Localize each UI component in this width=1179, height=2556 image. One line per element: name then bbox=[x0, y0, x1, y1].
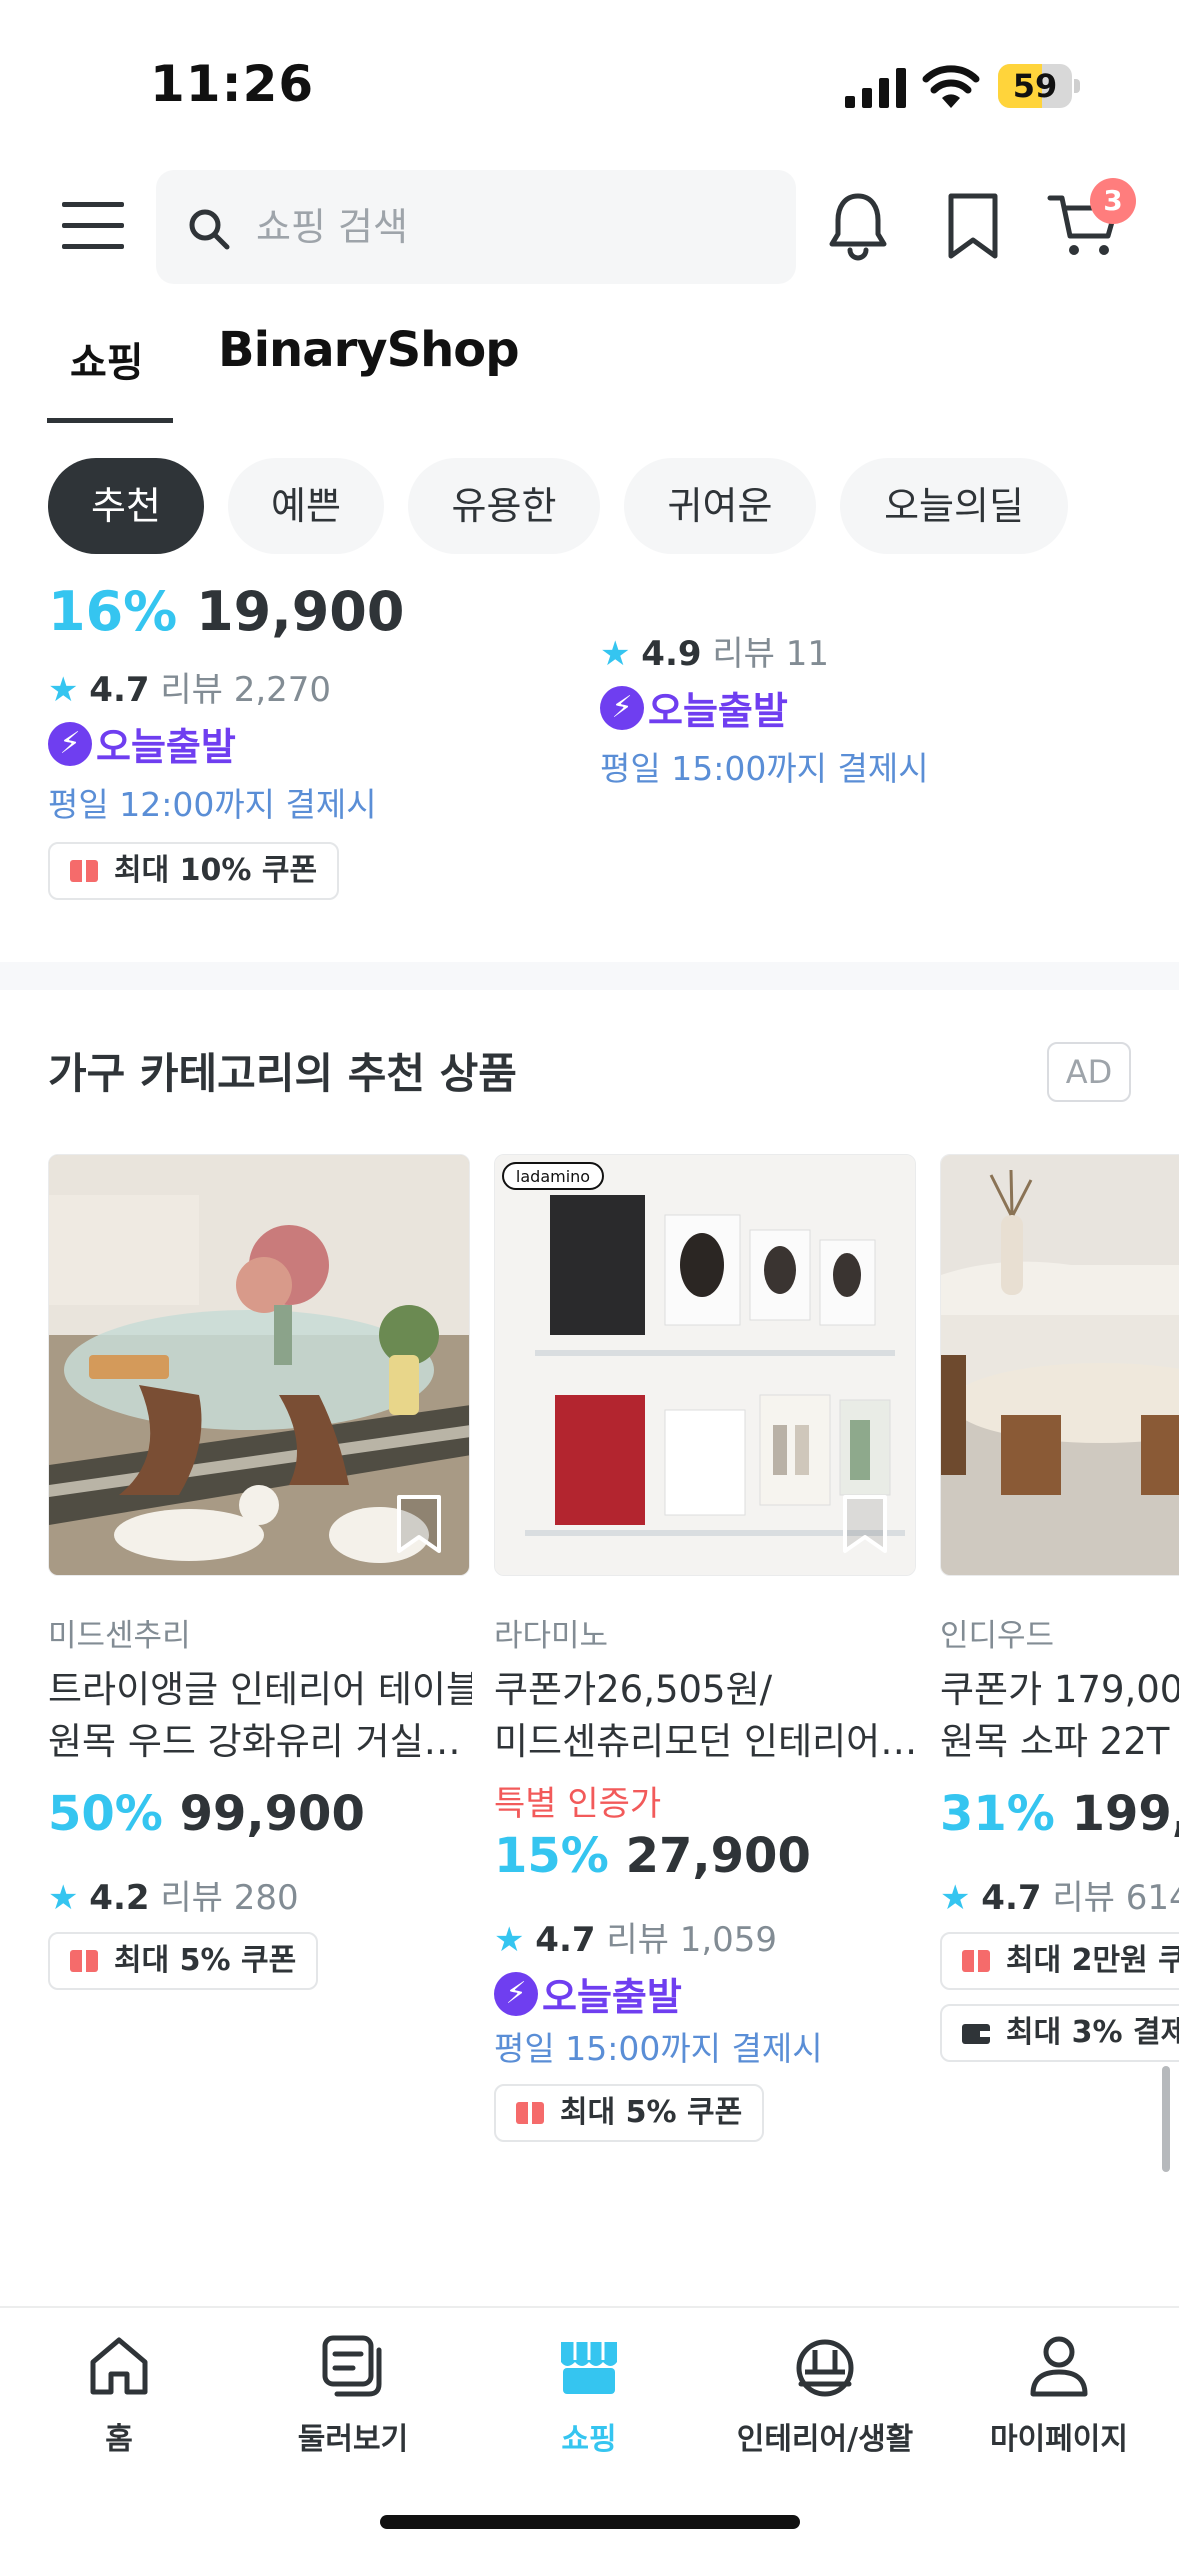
review-count: 리뷰 2,270 bbox=[160, 670, 332, 710]
rating-row: ★ 4.7 리뷰 614 bbox=[940, 1878, 1179, 1918]
product-name[interactable]: 쿠폰가26,505원/ bbox=[494, 1664, 918, 1716]
battery-indicator: 59 bbox=[998, 64, 1080, 108]
app-screen: 11:26 59 쇼핑 검색 3 쇼핑 BinaryShop 추천 예쁜 유용한… bbox=[0, 0, 1179, 2556]
bell-icon[interactable] bbox=[820, 188, 896, 264]
wifi-icon bbox=[922, 65, 980, 108]
brand-name: 인디우드 bbox=[940, 1618, 1055, 1654]
product-name-line2[interactable]: 미드센츄리모던 인테리어… bbox=[494, 1716, 918, 1768]
shop-icon bbox=[561, 2342, 617, 2394]
rating-value: 4.9 bbox=[641, 634, 702, 674]
coupon-badge[interactable]: 최대 5% 쿠폰 bbox=[494, 2084, 765, 2142]
price: 19,900 bbox=[196, 580, 405, 643]
section-title: 가구 카테고리의 추천 상품 bbox=[48, 1049, 517, 1098]
product-image[interactable] bbox=[940, 1154, 1179, 1576]
coupon-badge[interactable]: 최대 5% 쿠폰 bbox=[48, 1932, 319, 1990]
coupon-icon bbox=[70, 860, 98, 882]
nav-mypage[interactable]: 마이페이지 bbox=[944, 2328, 1174, 2478]
product-image[interactable]: ladamino bbox=[494, 1154, 916, 1576]
chip-cute[interactable]: 귀여운 bbox=[624, 458, 816, 554]
image-logo-text: ladamino bbox=[516, 1167, 590, 1186]
rating-row: ★ 4.7 리뷰 1,059 bbox=[494, 1920, 778, 1960]
product-name-line2[interactable]: 원목 소파 22T 기 bbox=[940, 1716, 1179, 1768]
tab-binaryshop[interactable]: BinaryShop bbox=[218, 322, 520, 378]
bookmark-icon[interactable] bbox=[935, 188, 1011, 264]
person-icon bbox=[1030, 2336, 1088, 2397]
rating-row: ★ 4.7 리뷰 2,270 bbox=[48, 662, 331, 711]
lightning-icon: ⚡ bbox=[48, 721, 92, 766]
today-shipping-badge: ⚡ 오늘출발 bbox=[494, 1966, 682, 2019]
helmet-icon bbox=[796, 2339, 854, 2397]
rating-value: 4.7 bbox=[89, 670, 150, 710]
payment-coupon-badge[interactable]: 최대 3% 결제 bbox=[940, 2004, 1179, 2062]
price-row: 31% 199,0 bbox=[940, 1786, 1179, 1842]
status-time: 11:26 bbox=[150, 55, 315, 113]
coupon-icon bbox=[516, 2102, 544, 2124]
search-icon bbox=[189, 209, 230, 250]
price-row: 50% 99,900 bbox=[48, 1786, 365, 1842]
horizontal-scroll-indicator[interactable] bbox=[1162, 2066, 1170, 2172]
coupon-badge[interactable]: 최대 2만원 쿠 bbox=[940, 1932, 1179, 1990]
search-input[interactable] bbox=[256, 192, 766, 262]
shipping-info: 평일 15:00까지 결제시 bbox=[494, 2029, 823, 2068]
coupon-icon bbox=[70, 1950, 98, 1972]
ad-badge[interactable]: AD bbox=[1047, 1042, 1131, 1102]
search-bar[interactable] bbox=[156, 170, 796, 284]
status-bar: 11:26 59 bbox=[0, 0, 1179, 150]
hamburger-menu-icon[interactable] bbox=[58, 198, 128, 254]
battery-percent: 59 bbox=[1012, 67, 1058, 105]
product-price-row: 16% 19,900 bbox=[48, 580, 404, 643]
today-shipping-badge: ⚡ 오늘출발 bbox=[600, 680, 788, 733]
signal-icon bbox=[845, 68, 906, 108]
shipping-info: 평일 12:00까지 결제시 bbox=[48, 785, 377, 824]
product-name[interactable]: 쿠폰가 179,000 bbox=[940, 1664, 1179, 1716]
section-divider bbox=[0, 962, 1179, 990]
nav-shopping[interactable]: 쇼핑 bbox=[474, 2328, 704, 2478]
star-icon: ★ bbox=[940, 1878, 971, 1918]
price-row: 15% 27,900 bbox=[494, 1828, 811, 1884]
sofa-photo bbox=[941, 1155, 1179, 1575]
chip-todays-deal[interactable]: 오늘의딜 bbox=[840, 458, 1068, 554]
coupon-badge[interactable]: 최대 10% 쿠폰 bbox=[48, 842, 340, 900]
home-indicator[interactable] bbox=[380, 2515, 800, 2529]
star-icon: ★ bbox=[600, 634, 631, 674]
today-shipping-badge: ⚡ 오늘출발 bbox=[48, 716, 236, 769]
star-icon: ★ bbox=[48, 670, 79, 710]
lightning-icon: ⚡ bbox=[494, 1971, 538, 2016]
special-price-label: 특별 인증가 bbox=[494, 1784, 662, 1824]
cart-count-badge: 3 bbox=[1090, 178, 1136, 224]
nav-interior-life[interactable]: 인테리어/생활 bbox=[710, 2328, 940, 2478]
chip-recommend[interactable]: 추천 bbox=[48, 458, 204, 554]
review-count: 리뷰 11 bbox=[712, 634, 829, 674]
product-name-line2[interactable]: 원목 우드 강화유리 거실… bbox=[48, 1716, 472, 1768]
brand-name: 미드센추리 bbox=[48, 1618, 191, 1654]
home-icon bbox=[90, 2337, 148, 2395]
product-name[interactable]: 트라이앵글 인테리어 테이블 bbox=[48, 1664, 472, 1716]
lightning-icon: ⚡ bbox=[600, 685, 644, 730]
chip-pretty[interactable]: 예쁜 bbox=[228, 458, 384, 554]
rating-row: ★ 4.2 리뷰 280 bbox=[48, 1878, 299, 1918]
star-icon: ★ bbox=[48, 1878, 79, 1918]
wallet-icon bbox=[962, 2024, 990, 2044]
star-icon: ★ bbox=[494, 1920, 525, 1960]
tab-active-underline bbox=[47, 418, 173, 423]
coupon-icon bbox=[962, 1950, 990, 1972]
nav-browse[interactable]: 둘러보기 bbox=[238, 2328, 468, 2478]
chip-useful[interactable]: 유용한 bbox=[408, 458, 600, 554]
bookmark-icon[interactable] bbox=[837, 1493, 893, 1557]
browse-icon bbox=[322, 2335, 382, 2397]
tab-shopping[interactable]: 쇼핑 bbox=[70, 330, 144, 388]
rating-row: ★ 4.9 리뷰 11 bbox=[600, 626, 829, 675]
shipping-info: 평일 15:00까지 결제시 bbox=[600, 749, 929, 788]
nav-home[interactable]: 홈 bbox=[4, 2328, 234, 2478]
bookmark-icon[interactable] bbox=[391, 1493, 447, 1557]
discount-rate: 16% bbox=[48, 580, 178, 643]
brand-name: 라다미노 bbox=[494, 1618, 609, 1654]
product-image[interactable] bbox=[48, 1154, 470, 1576]
